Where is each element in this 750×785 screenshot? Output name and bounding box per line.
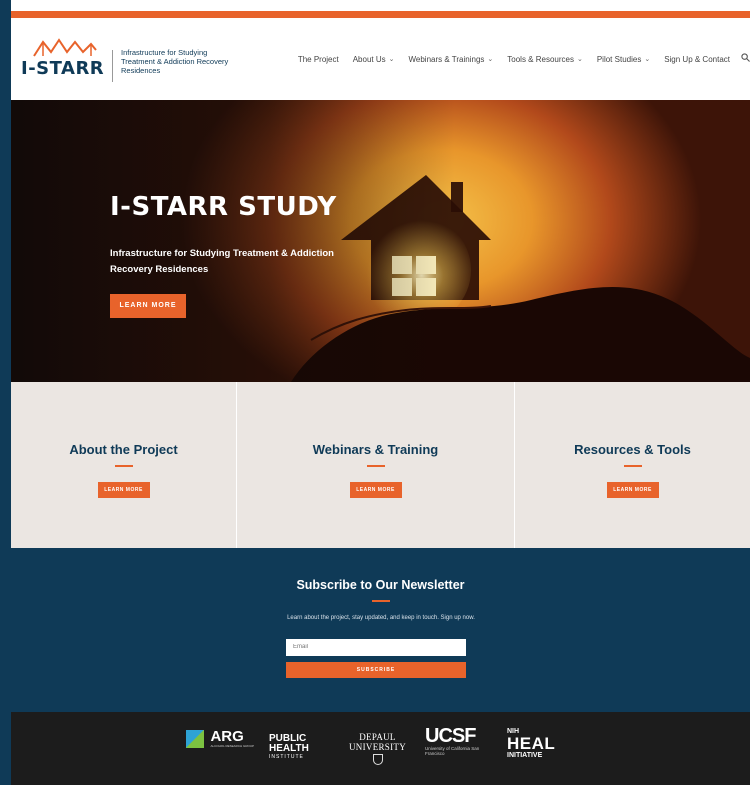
- heal-name: HEAL: [507, 734, 556, 753]
- logo-tagline: Infrastructure for Studying Treatment & …: [121, 48, 229, 75]
- chevron-down-icon: ⌄: [487, 56, 494, 63]
- card-divider: [114, 465, 133, 467]
- nih-heal-logo[interactable]: NIH HEAL INITIATIVE: [507, 728, 555, 760]
- hero-subtitle: Infrastructure for Studying Treatment & …: [110, 248, 334, 275]
- depaul-university-logo[interactable]: DEPAUL UNIVERSITY: [349, 732, 406, 765]
- email-field[interactable]: [286, 639, 466, 656]
- page: I-STARR Infrastructure for Studying Trea…: [11, 0, 750, 785]
- newsletter-divider: [371, 600, 390, 602]
- heal-sub: INITIATIVE: [507, 752, 543, 759]
- partner-logos-footer: ARG ALCOHOL RESEARCH GROUP PUBLIC HEALTH…: [11, 712, 750, 785]
- card-webinars-training: Webinars & Training LEARN MORE: [237, 382, 515, 548]
- logo-brand: I-STARR: [21, 58, 105, 79]
- newsletter-section: Subscribe to Our Newsletter Learn about …: [11, 548, 750, 712]
- chevron-down-icon: ⌄: [576, 56, 583, 63]
- subscribe-button[interactable]: SUBSCRIBE: [286, 662, 466, 678]
- site-logo[interactable]: I-STARR Infrastructure for Studying Trea…: [21, 36, 228, 86]
- nav-item-sign-up[interactable]: Sign Up & Contact: [657, 53, 737, 65]
- nav-label: Sign Up & Contact: [664, 54, 730, 64]
- card-resources-tools: Resources & Tools LEARN MORE: [515, 382, 750, 548]
- nav-label: Webinars & Trainings: [408, 54, 485, 64]
- card-learn-more-button[interactable]: LEARN MORE: [349, 482, 402, 498]
- card-divider: [623, 465, 642, 467]
- card-learn-more-button[interactable]: LEARN MORE: [606, 482, 659, 498]
- nav-label: Tools & Resources: [507, 54, 574, 64]
- card-title: Resources & Tools: [574, 442, 691, 457]
- search-icon[interactable]: [737, 53, 750, 65]
- top-accent-bar: [11, 11, 750, 18]
- hero-banner: I-STARR STUDY Infrastructure for Studyin…: [11, 100, 750, 382]
- shield-icon: [372, 754, 383, 765]
- card-about-project: About the Project LEARN MORE: [11, 382, 237, 548]
- card-learn-more-button[interactable]: LEARN MORE: [97, 482, 150, 498]
- arg-mark-icon: [186, 730, 204, 748]
- nav-label: About Us: [352, 54, 386, 64]
- depaul-line2: UNIVERSITY: [349, 742, 406, 752]
- arg-logo[interactable]: ARG ALCOHOL RESEARCH GROUP: [186, 728, 255, 748]
- chevron-down-icon: ⌄: [388, 56, 395, 63]
- card-divider: [366, 465, 385, 467]
- nav-item-webinars[interactable]: Webinars & Trainings ⌄: [402, 53, 501, 65]
- hero-title: I-STARR STUDY: [110, 192, 337, 222]
- phi-line2: HEALTH: [269, 743, 309, 754]
- card-title: About the Project: [69, 442, 178, 457]
- roofs-icon: [33, 38, 97, 57]
- hero-learn-more-button[interactable]: LEARN MORE: [110, 294, 186, 318]
- public-health-institute-logo[interactable]: PUBLIC HEALTH INSTITUTE: [269, 734, 309, 761]
- feature-cards: About the Project LEARN MORE Webinars & …: [11, 382, 750, 548]
- nav-label: The Project: [297, 54, 339, 64]
- arg-sub: ALCOHOL RESEARCH GROUP: [210, 744, 255, 748]
- ucsf-logo[interactable]: UCSF University of California San Franci…: [425, 726, 495, 756]
- logo-divider: [112, 50, 113, 82]
- nav-label: Pilot Studies: [596, 54, 642, 64]
- newsletter-title: Subscribe to Our Newsletter: [296, 578, 465, 592]
- depaul-line1: DEPAUL: [359, 732, 396, 742]
- nav-item-pilot-studies[interactable]: Pilot Studies ⌄: [590, 53, 657, 65]
- ucsf-sub: University of California San Francisco: [425, 746, 480, 756]
- nav-item-tools[interactable]: Tools & Resources ⌄: [500, 53, 590, 65]
- hero-overlay: [11, 100, 750, 382]
- chevron-down-icon: ⌄: [644, 56, 651, 63]
- main-nav: The Project About Us ⌄ Webinars & Trainin…: [291, 53, 750, 65]
- newsletter-description: Learn about the project, stay updated, a…: [287, 615, 475, 621]
- arg-name: ARG: [210, 728, 244, 745]
- site-header: I-STARR Infrastructure for Studying Trea…: [11, 18, 750, 100]
- nav-item-about-us[interactable]: About Us ⌄: [346, 53, 402, 65]
- card-title: Webinars & Training: [312, 442, 439, 457]
- nav-item-the-project[interactable]: The Project: [291, 53, 346, 65]
- ucsf-name: UCSF: [425, 725, 476, 747]
- phi-line3: INSTITUTE: [269, 754, 304, 760]
